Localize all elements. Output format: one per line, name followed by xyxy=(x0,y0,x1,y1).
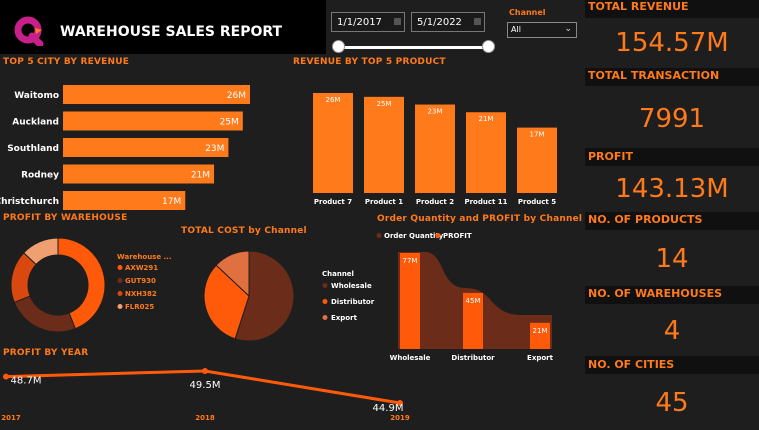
product-tick-label: Product 1 xyxy=(365,198,403,206)
channel-dropdown-value: All xyxy=(511,25,521,34)
year-profit-chart: 48.7M 2017 49.5M 2018 44.9M2019 xyxy=(1,368,410,422)
year-tick-label: 2017 xyxy=(1,414,21,422)
cost-legend-label: Distributor xyxy=(331,298,375,306)
kpi-total-revenue-label: TOTAL REVENUE xyxy=(588,0,689,13)
city-revenue-chart: Waitomo 26M Auckland 25M Southland 23M Rodney 2… xyxy=(0,85,250,210)
end-date-input[interactable]: 5/1/2022 xyxy=(411,12,485,32)
product-tick-label: Product 2 xyxy=(416,198,454,206)
channel-chart-title: Order Quantity and PROFIT by Channel xyxy=(377,214,583,224)
product-data-label: 26M xyxy=(326,96,341,104)
profit-data-label: 49.5M xyxy=(190,380,221,391)
date-slider-start-handle[interactable] xyxy=(332,40,345,53)
profit-data-label: 44.9M xyxy=(373,403,404,414)
legend-dot-icon xyxy=(376,233,382,238)
legend-dot-icon xyxy=(117,304,123,309)
channel-profit-bar xyxy=(400,253,420,349)
page-title: WAREHOUSE SALES REPORT xyxy=(60,24,283,40)
product-data-label: 17M xyxy=(530,131,545,139)
warehouse-legend-label: FLR025 xyxy=(125,303,154,311)
product-tick-label: Product 11 xyxy=(464,198,507,206)
city-data-label: 23M xyxy=(205,144,224,154)
product-chart-title: REVENUE BY TOP 5 PRODUCT xyxy=(293,57,446,67)
city-bar xyxy=(63,111,243,131)
q-logo-icon xyxy=(14,16,44,48)
year-tick-label: 2018 xyxy=(195,414,215,422)
profit-data-label: 48.7M xyxy=(11,376,42,387)
city-chart-title: TOP 5 CITY BY REVENUE xyxy=(3,57,130,67)
kpi-products-label: NO. OF PRODUCTS xyxy=(588,213,703,226)
cost-chart-title: TOTAL COST by Channel xyxy=(181,226,307,236)
kpi-products-value: 14 xyxy=(655,244,689,274)
legend-dot-icon xyxy=(322,299,328,304)
channel-data-label: 45M xyxy=(466,297,481,305)
kpi-warehouses-value: 4 xyxy=(663,316,681,346)
kpi-cities-label: NO. OF CITIES xyxy=(588,358,675,371)
channel-cost-chart: Channel Wholesale Distributor Export xyxy=(203,250,375,342)
product-data-label: 23M xyxy=(428,108,443,116)
channel-legend-label: Order Quantity xyxy=(384,232,444,240)
date-slider-track[interactable] xyxy=(338,46,490,49)
product-tick-label: Product 5 xyxy=(518,198,556,206)
product-revenue-chart: 26M Product 7 25M Product 1 23M Product 2 21M P… xyxy=(313,93,557,206)
cost-legend-title: Channel xyxy=(322,270,354,278)
channel-dropdown[interactable]: All ⌄ xyxy=(507,22,577,38)
city-tick-label: Southland xyxy=(7,144,59,154)
city-data-label: 21M xyxy=(191,171,210,181)
warehouse-legend-label: NXH382 xyxy=(125,290,157,298)
chevron-down-icon[interactable]: ⌄ xyxy=(564,24,572,34)
kpi-total-revenue-value: 154.57M xyxy=(615,28,729,58)
city-data-label: 25M xyxy=(220,118,239,128)
kpi-total-transaction-value: 7991 xyxy=(638,104,706,134)
product-bar xyxy=(415,104,455,193)
channel-filter-label: Channel xyxy=(509,8,546,17)
product-bar xyxy=(313,93,353,193)
city-bar xyxy=(63,85,250,104)
legend-dot-icon xyxy=(322,283,328,288)
cost-legend-label: Wholesale xyxy=(331,282,372,290)
product-data-label: 25M xyxy=(377,100,392,108)
date-slider-end-handle[interactable] xyxy=(482,40,495,53)
legend-dot-icon xyxy=(435,233,441,238)
kpi-warehouses-label: NO. OF WAREHOUSES xyxy=(588,287,723,300)
kpi-total-transaction-label: TOTAL TRANSACTION xyxy=(588,69,720,82)
legend-dot-icon xyxy=(117,291,123,296)
product-bar xyxy=(364,96,404,193)
start-date-input[interactable]: 1/1/2017 xyxy=(331,12,405,32)
channel-data-label: 77M xyxy=(403,257,418,265)
product-data-label: 21M xyxy=(479,115,494,123)
city-tick-label: Auckland xyxy=(12,118,59,128)
city-tick-label: Rodney xyxy=(21,171,59,181)
legend-dot-icon xyxy=(117,278,123,283)
calendar-icon[interactable] xyxy=(474,18,481,25)
end-date-value: 5/1/2022 xyxy=(417,17,462,28)
start-date-value: 1/1/2017 xyxy=(337,17,382,28)
city-tick-label: Waitomo xyxy=(14,91,59,101)
channel-profit-chart: Order Quantity PROFIT77MWholesale45MDistr… xyxy=(376,232,554,362)
kpi-cities-value: 45 xyxy=(655,388,689,418)
city-bar xyxy=(63,138,229,157)
cost-legend-label: Export xyxy=(331,314,358,322)
year-chart-title: PROFIT BY YEAR xyxy=(3,348,89,358)
kpi-profit-label: PROFIT xyxy=(588,150,633,163)
warehouse-profit-chart: Warehouse ... AXW291 GUT930 NXH382 FLR025 xyxy=(10,237,172,333)
city-data-label: 26M xyxy=(227,91,246,101)
legend-dot-icon xyxy=(322,315,328,320)
legend-dot-icon xyxy=(117,265,123,270)
warehouse-legend-title: Warehouse ... xyxy=(117,253,172,261)
product-tick-label: Product 7 xyxy=(314,198,352,206)
profit-point xyxy=(3,373,9,380)
year-tick-label: 2019 xyxy=(390,414,410,422)
warehouse-legend-label: AXW291 xyxy=(125,264,158,272)
calendar-icon[interactable] xyxy=(394,18,401,25)
warehouse-slice xyxy=(13,295,76,333)
channel-legend-label: PROFIT xyxy=(443,232,472,240)
channel-data-label: 21M xyxy=(533,327,548,335)
kpi-profit-value: 143.13M xyxy=(615,174,729,204)
profit-point xyxy=(202,368,208,374)
city-tick-label: Christchurch xyxy=(0,197,59,207)
city-data-label: 17M xyxy=(162,197,181,207)
warehouse-legend-label: GUT930 xyxy=(125,277,156,285)
product-bar xyxy=(466,112,506,193)
